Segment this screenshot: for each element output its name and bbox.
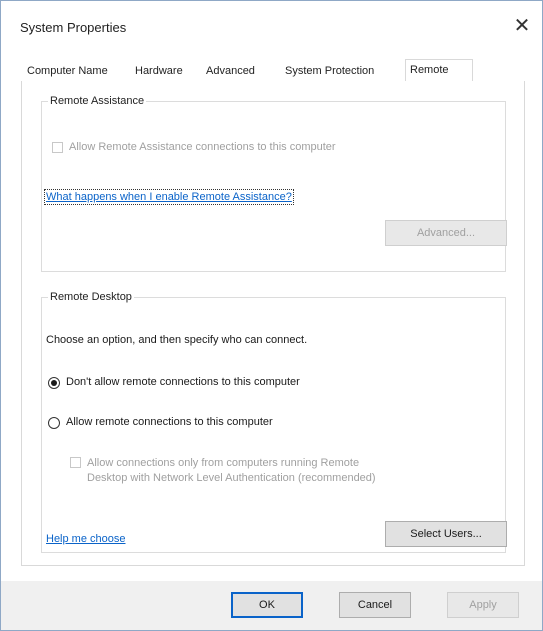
tab-remote[interactable]: Remote (405, 59, 473, 82)
radio-allow-remote[interactable]: Allow remote connections to this compute… (48, 416, 273, 429)
nla-label-line2: Desktop with Network Level Authenticatio… (87, 472, 376, 484)
select-users-button[interactable]: Select Users... (385, 521, 507, 547)
remote-desktop-legend: Remote Desktop (50, 291, 132, 303)
tab-hardware[interactable]: Hardware (131, 61, 187, 81)
allow-remote-assistance-label: Allow Remote Assistance connections to t… (69, 141, 336, 153)
tab-computer-name[interactable]: Computer Name (23, 61, 112, 81)
tab-strip: Computer Name Hardware Advanced System P… (21, 59, 524, 82)
radio-button[interactable] (48, 417, 60, 429)
remote-assistance-legend: Remote Assistance (50, 95, 145, 107)
radio-button-checked[interactable] (48, 377, 60, 389)
dialog-footer: OK Cancel Apply (1, 581, 542, 630)
close-icon[interactable]: ✕ (508, 13, 536, 39)
window-title: System Properties (20, 20, 127, 35)
tab-system-protection[interactable]: System Protection (281, 61, 378, 81)
title-bar[interactable]: System Properties ✕ (1, 1, 542, 51)
tab-advanced[interactable]: Advanced (202, 61, 259, 81)
apply-button[interactable]: Apply (447, 592, 519, 618)
advanced-button[interactable]: Advanced... (385, 220, 507, 246)
remote-tab-panel: Remote Assistance Allow Remote Assistanc… (21, 81, 525, 566)
system-properties-dialog: System Properties ✕ Computer Name Hardwa… (0, 0, 543, 631)
remote-assistance-help-link[interactable]: What happens when I enable Remote Assist… (44, 189, 294, 205)
help-me-choose-link[interactable]: Help me choose (46, 533, 126, 545)
checkbox-box[interactable] (70, 457, 81, 468)
allow-remote-assistance-checkbox[interactable]: Allow Remote Assistance connections to t… (52, 141, 336, 153)
radio-allow-label: Allow remote connections to this compute… (66, 416, 273, 428)
nla-label-line1: Allow connections only from computers ru… (87, 457, 360, 469)
nla-checkbox[interactable]: Allow connections only from computers ru… (70, 456, 376, 486)
ok-button[interactable]: OK (231, 592, 303, 618)
cancel-button[interactable]: Cancel (339, 592, 411, 618)
radio-dont-allow-remote[interactable]: Don't allow remote connections to this c… (48, 376, 300, 389)
radio-dont-allow-label: Don't allow remote connections to this c… (66, 376, 300, 388)
remote-desktop-intro: Choose an option, and then specify who c… (46, 334, 308, 346)
nla-label: Allow connections only from computers ru… (87, 456, 376, 486)
checkbox-box[interactable] (52, 142, 63, 153)
